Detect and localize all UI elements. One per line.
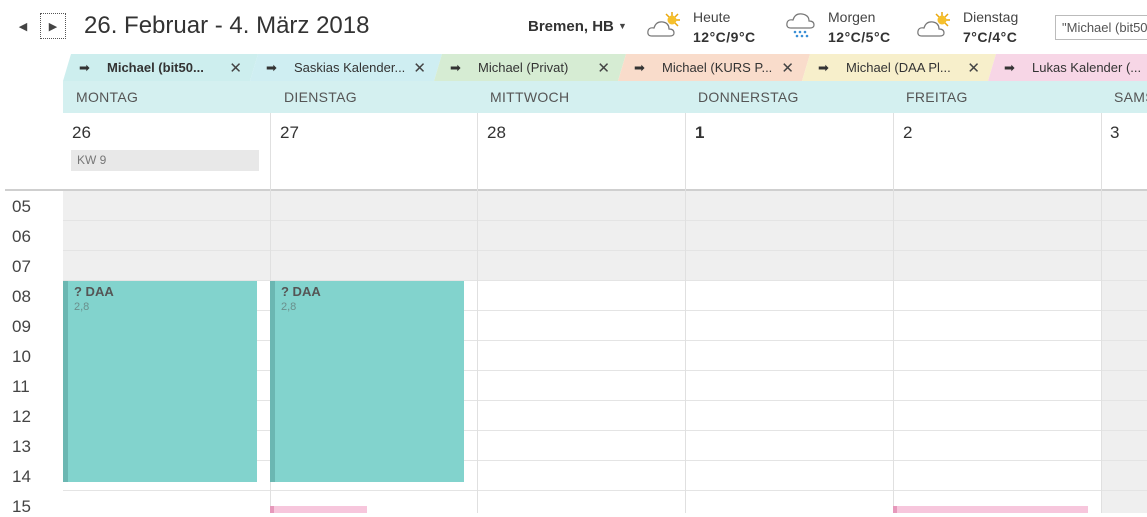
hour-label: 10 <box>12 347 31 366</box>
hour-label: 08 <box>12 287 31 306</box>
chevron-down-icon[interactable]: ▼ <box>618 21 627 31</box>
arrow-right-icon: ➡ <box>79 59 90 75</box>
arrow-right-icon: ➡ <box>450 59 461 75</box>
arrow-right-icon: ➡ <box>1004 59 1015 75</box>
arrow-right-icon: ➡ <box>634 59 645 75</box>
hour-label: 15 <box>12 497 31 516</box>
event-subtitle: 2,8 <box>74 301 90 313</box>
date-2[interactable]: 2 <box>903 123 912 143</box>
weather-day-tomorrow: Morgen <box>828 9 876 25</box>
day-name-montag: MONTAG <box>76 89 139 105</box>
event-daa-dienstag[interactable]: ? DAA 2,8 <box>270 281 464 482</box>
snow-cloud-icon <box>786 13 815 38</box>
day-name-mittwoch: MITTWOCH <box>490 89 570 105</box>
date-27[interactable]: 27 <box>280 123 299 143</box>
weekend-shade <box>1102 280 1147 513</box>
off-hours-shade <box>63 190 1147 280</box>
hour-label: 13 <box>12 437 31 456</box>
date-3[interactable]: 3 <box>1110 123 1119 143</box>
day-name-dienstag: DIENSTAG <box>284 89 357 105</box>
calendar-tab-label: Michael (KURS P... <box>662 60 773 75</box>
close-icon[interactable]: ✕ <box>229 59 242 77</box>
weather-temp-tomorrow: 12°C/5°C <box>828 29 891 45</box>
close-icon[interactable]: ✕ <box>413 59 426 77</box>
calendar-tab-michael-daa[interactable]: ➡ Michael (DAA Pl... ✕ <box>802 54 996 81</box>
next-week-button[interactable]: ▶ <box>40 13 66 39</box>
date-28[interactable]: 28 <box>487 123 506 143</box>
event-title: ? DAA <box>74 284 114 299</box>
hour-label: 12 <box>12 407 31 426</box>
calendar-tab-label: Lukas Kalender (... <box>1032 60 1142 75</box>
hour-label: 06 <box>12 227 31 246</box>
event-title: ? DAA <box>281 284 321 299</box>
event-pink-dienstag[interactable] <box>270 506 367 513</box>
day-name-donnerstag: DONNERSTAG <box>698 89 799 105</box>
calendar-tab-label: Michael (Privat) <box>478 60 569 75</box>
location-selector[interactable]: Bremen, HB <box>528 18 614 35</box>
calendar-tab-label: Saskias Kalender... <box>294 60 406 75</box>
close-icon[interactable]: ✕ <box>967 59 980 77</box>
event-daa-montag[interactable]: ? DAA 2,8 <box>63 281 257 482</box>
hour-label: 14 <box>12 467 31 486</box>
weather-day-today: Heute <box>693 9 731 25</box>
calendar-tab-michael-bit50[interactable]: ➡ Michael (bit50... ✕ <box>63 54 258 81</box>
weather-temp-dienstag: 7°C/4°C <box>963 29 1018 45</box>
arrow-right-icon: ➡ <box>266 59 277 75</box>
grid-line <box>63 490 1147 491</box>
day-name-samstag: SAMSTAG <box>1114 89 1147 105</box>
hour-label: 07 <box>12 257 31 276</box>
date-1[interactable]: 1 <box>695 123 704 143</box>
calendar-tab-michael-privat[interactable]: ➡ Michael (Privat) ✕ <box>434 54 626 81</box>
day-name-freitag: FREITAG <box>906 89 968 105</box>
day-divider <box>477 113 478 513</box>
grid-separator <box>5 189 1147 191</box>
hour-label: 09 <box>12 317 31 336</box>
triangle-left-icon: ◀ <box>18 20 28 33</box>
calendar-tab-label: Michael (DAA Pl... <box>846 60 951 75</box>
day-divider <box>1101 113 1102 513</box>
date-range-title: 26. Februar - 4. März 2018 <box>84 12 370 39</box>
previous-week-button[interactable]: ◀ <box>10 13 36 39</box>
weather-temp-today: 12°C/9°C <box>693 29 756 45</box>
close-icon[interactable]: ✕ <box>781 59 794 77</box>
search-input[interactable]: "Michael (bit50 <box>1055 15 1147 40</box>
day-divider <box>685 113 686 513</box>
event-pink-freitag[interactable] <box>893 506 1088 513</box>
arrow-right-icon: ➡ <box>818 59 829 75</box>
calendar-tab-saskias[interactable]: ➡ Saskias Kalender... ✕ <box>250 54 442 81</box>
date-26[interactable]: 26 <box>72 123 91 143</box>
hour-label: 05 <box>12 197 31 216</box>
grid-line <box>63 250 1147 251</box>
event-subtitle: 2,8 <box>281 301 297 313</box>
hour-label: 11 <box>12 377 30 396</box>
triangle-right-icon: ▶ <box>48 20 58 33</box>
day-header-row <box>63 81 1147 113</box>
weather-day-dienstag: Dienstag <box>963 9 1019 25</box>
sun-cloud-icon <box>647 12 680 37</box>
grid-line <box>63 220 1147 221</box>
sun-cloud-icon <box>917 12 950 37</box>
calendar-tab-lukas[interactable]: ➡ Lukas Kalender (... <box>988 54 1147 81</box>
close-icon[interactable]: ✕ <box>597 59 610 77</box>
week-number-chip[interactable]: KW 9 <box>65 150 259 171</box>
calendar-tab-label: Michael (bit50... <box>107 60 204 75</box>
calendar-tab-michael-kurs[interactable]: ➡ Michael (KURS P... ✕ <box>618 54 810 81</box>
day-divider <box>893 113 894 513</box>
